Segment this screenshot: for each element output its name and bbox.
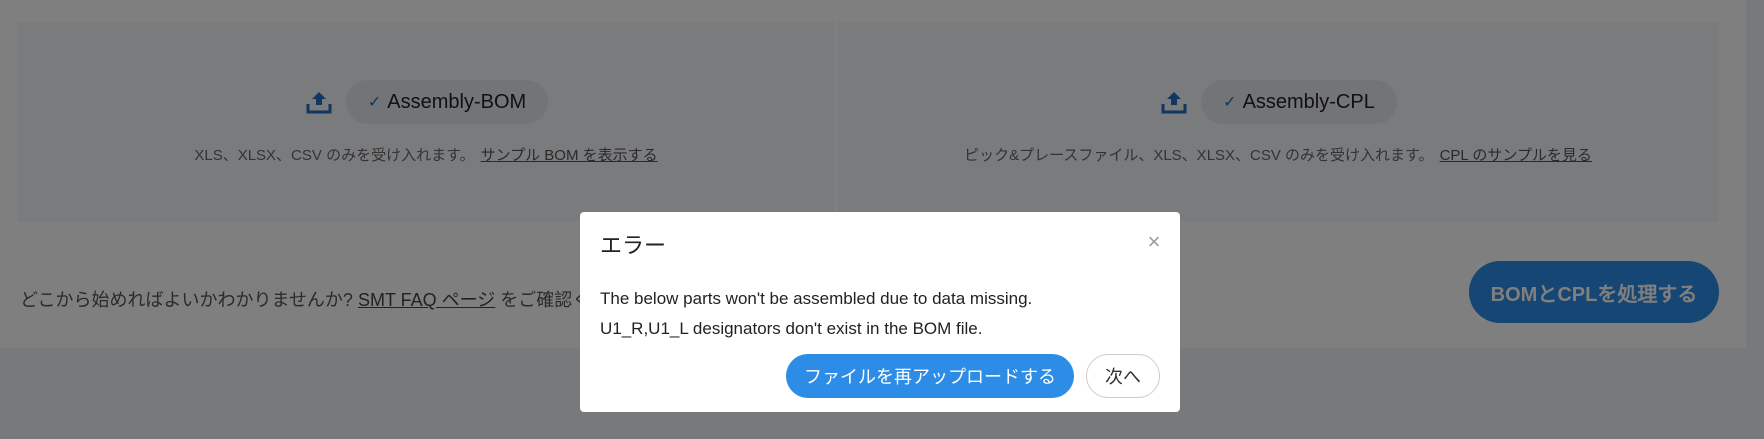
dialog-message-line1: The below parts won't be assembled due t…	[600, 289, 1033, 308]
close-icon[interactable]: ×	[1142, 230, 1166, 254]
dialog-body: The below parts won't be assembled due t…	[600, 284, 1032, 344]
next-button[interactable]: 次へ	[1086, 354, 1160, 398]
dialog-title: エラー	[600, 233, 667, 258]
dialog-footer: ファイルを再アップロードする 次へ	[786, 354, 1160, 398]
error-dialog: エラー × The below parts won't be assembled…	[580, 212, 1180, 412]
dialog-message-line2: U1_R,U1_L designators don't exist in the…	[600, 319, 983, 338]
reupload-button[interactable]: ファイルを再アップロードする	[786, 354, 1074, 398]
